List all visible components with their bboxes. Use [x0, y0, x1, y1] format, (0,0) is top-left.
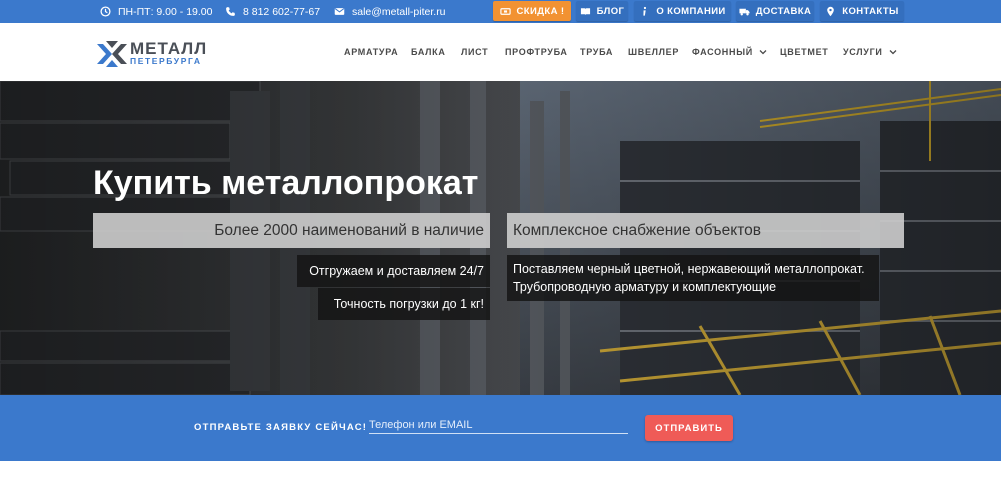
ticket-icon	[499, 7, 511, 15]
book-icon	[580, 7, 590, 15]
logo-text-line1: МЕТАЛЛ	[130, 39, 208, 58]
hero-banner: Купить металлопрокат Более 2000 наименов…	[0, 81, 1001, 395]
email-contact[interactable]: sale@metall-piter.ru	[334, 0, 446, 23]
hero-right-line2-text: Трубопроводную арматуру и комплектующие	[513, 280, 777, 294]
hero-right-line1-text: Поставляем черный цветной, нержавеющий м…	[513, 262, 865, 276]
phone-number[interactable]: 8 812 602-77-67	[243, 6, 320, 18]
phone-icon	[226, 7, 235, 16]
request-form-bar: Отправьте заявку сейчас! Отправить	[0, 395, 1001, 461]
submit-request-button[interactable]: Отправить	[645, 415, 733, 441]
site-logo[interactable]: МЕТАЛЛ ПЕТЕРБУРГА	[96, 39, 206, 69]
hero-left-line1-text: Отгружаем и доставляем 24/7	[309, 264, 484, 278]
nav-item-label: Фасонный	[692, 47, 753, 57]
nav-item-balka[interactable]: Балка	[411, 23, 446, 81]
hero-right-text: Поставляем черный цветной, нержавеющий м…	[507, 255, 879, 301]
request-form-label: Отправьте заявку сейчас!	[194, 422, 368, 433]
site-header: МЕТАЛЛ ПЕТЕРБУРГА Арматура Балка Лист Пр…	[0, 23, 1001, 81]
working-hours: ПН-ПТ: 9.00 - 19.00	[100, 0, 212, 23]
envelope-icon	[334, 8, 345, 15]
blog-button[interactable]: Блог	[576, 1, 628, 21]
discount-button-label: Скидка !	[516, 5, 565, 17]
hero-title: Купить металлопрокат	[93, 164, 479, 202]
nav-item-label: Труба	[580, 47, 614, 57]
contacts-button[interactable]: Контакты	[820, 1, 904, 21]
nav-item-armatura[interactable]: Арматура	[344, 23, 398, 81]
nav-item-list[interactable]: Лист	[461, 23, 488, 81]
discount-button[interactable]: Скидка !	[493, 1, 571, 21]
truck-icon	[739, 8, 750, 15]
nav-item-label: Швеллер	[628, 47, 680, 57]
page-bottom-area	[0, 461, 1001, 480]
delivery-button-label: Доставка	[755, 5, 812, 17]
nav-item-tsvetmet[interactable]: Цветмет	[780, 23, 828, 81]
nav-item-label: Цветмет	[780, 47, 829, 57]
nav-item-label: Профтруба	[505, 47, 568, 57]
chevron-down-icon	[759, 50, 767, 55]
clock-icon	[100, 6, 111, 17]
chevron-down-icon	[889, 50, 897, 55]
hero-left-line1: Отгружаем и доставляем 24/7	[297, 255, 490, 287]
nav-item-uslugi[interactable]: Услуги	[843, 23, 897, 81]
nav-item-label: Услуги	[843, 47, 883, 57]
about-button-label: О компании	[656, 5, 726, 17]
email-address[interactable]: sale@metall-piter.ru	[352, 6, 446, 18]
hero-left-line2-text: Точность погрузки до 1 кг!	[333, 297, 484, 311]
nav-item-proftruba[interactable]: Профтруба	[505, 23, 568, 81]
delivery-button[interactable]: Доставка	[736, 1, 814, 21]
blog-button-label: Блог	[596, 5, 625, 17]
logo-mark-icon	[97, 41, 127, 67]
logo-text-line2: ПЕТЕРБУРГА	[130, 56, 202, 66]
nav-item-fasonnyi[interactable]: Фасонный	[692, 23, 767, 81]
info-icon	[643, 6, 647, 16]
nav-item-label: Лист	[461, 47, 489, 57]
hero-left-heading: Более 2000 наименований в наличие	[93, 213, 490, 248]
hero-right-heading: Комплексное снабжение объектов	[507, 213, 904, 248]
phone-contact[interactable]: 8 812 602-77-67	[225, 0, 320, 23]
nav-item-label: Арматура	[344, 47, 399, 57]
nav-item-shveller[interactable]: Швеллер	[628, 23, 679, 81]
map-pin-icon	[827, 6, 835, 16]
top-info-bar: ПН-ПТ: 9.00 - 19.00 8 812 602-77-67 sale…	[0, 0, 1001, 23]
hero-right-heading-text: Комплексное снабжение объектов	[513, 221, 761, 239]
working-hours-text: ПН-ПТ: 9.00 - 19.00	[118, 5, 213, 18]
hero-left-line2: Точность погрузки до 1 кг!	[318, 288, 490, 320]
nav-item-truba[interactable]: Труба	[580, 23, 613, 81]
about-button[interactable]: О компании	[634, 1, 731, 21]
hero-left-heading-text: Более 2000 наименований в наличие	[214, 221, 484, 239]
contact-input[interactable]	[369, 416, 628, 434]
contacts-button-label: Контакты	[842, 5, 899, 17]
nav-item-label: Балка	[411, 47, 446, 57]
